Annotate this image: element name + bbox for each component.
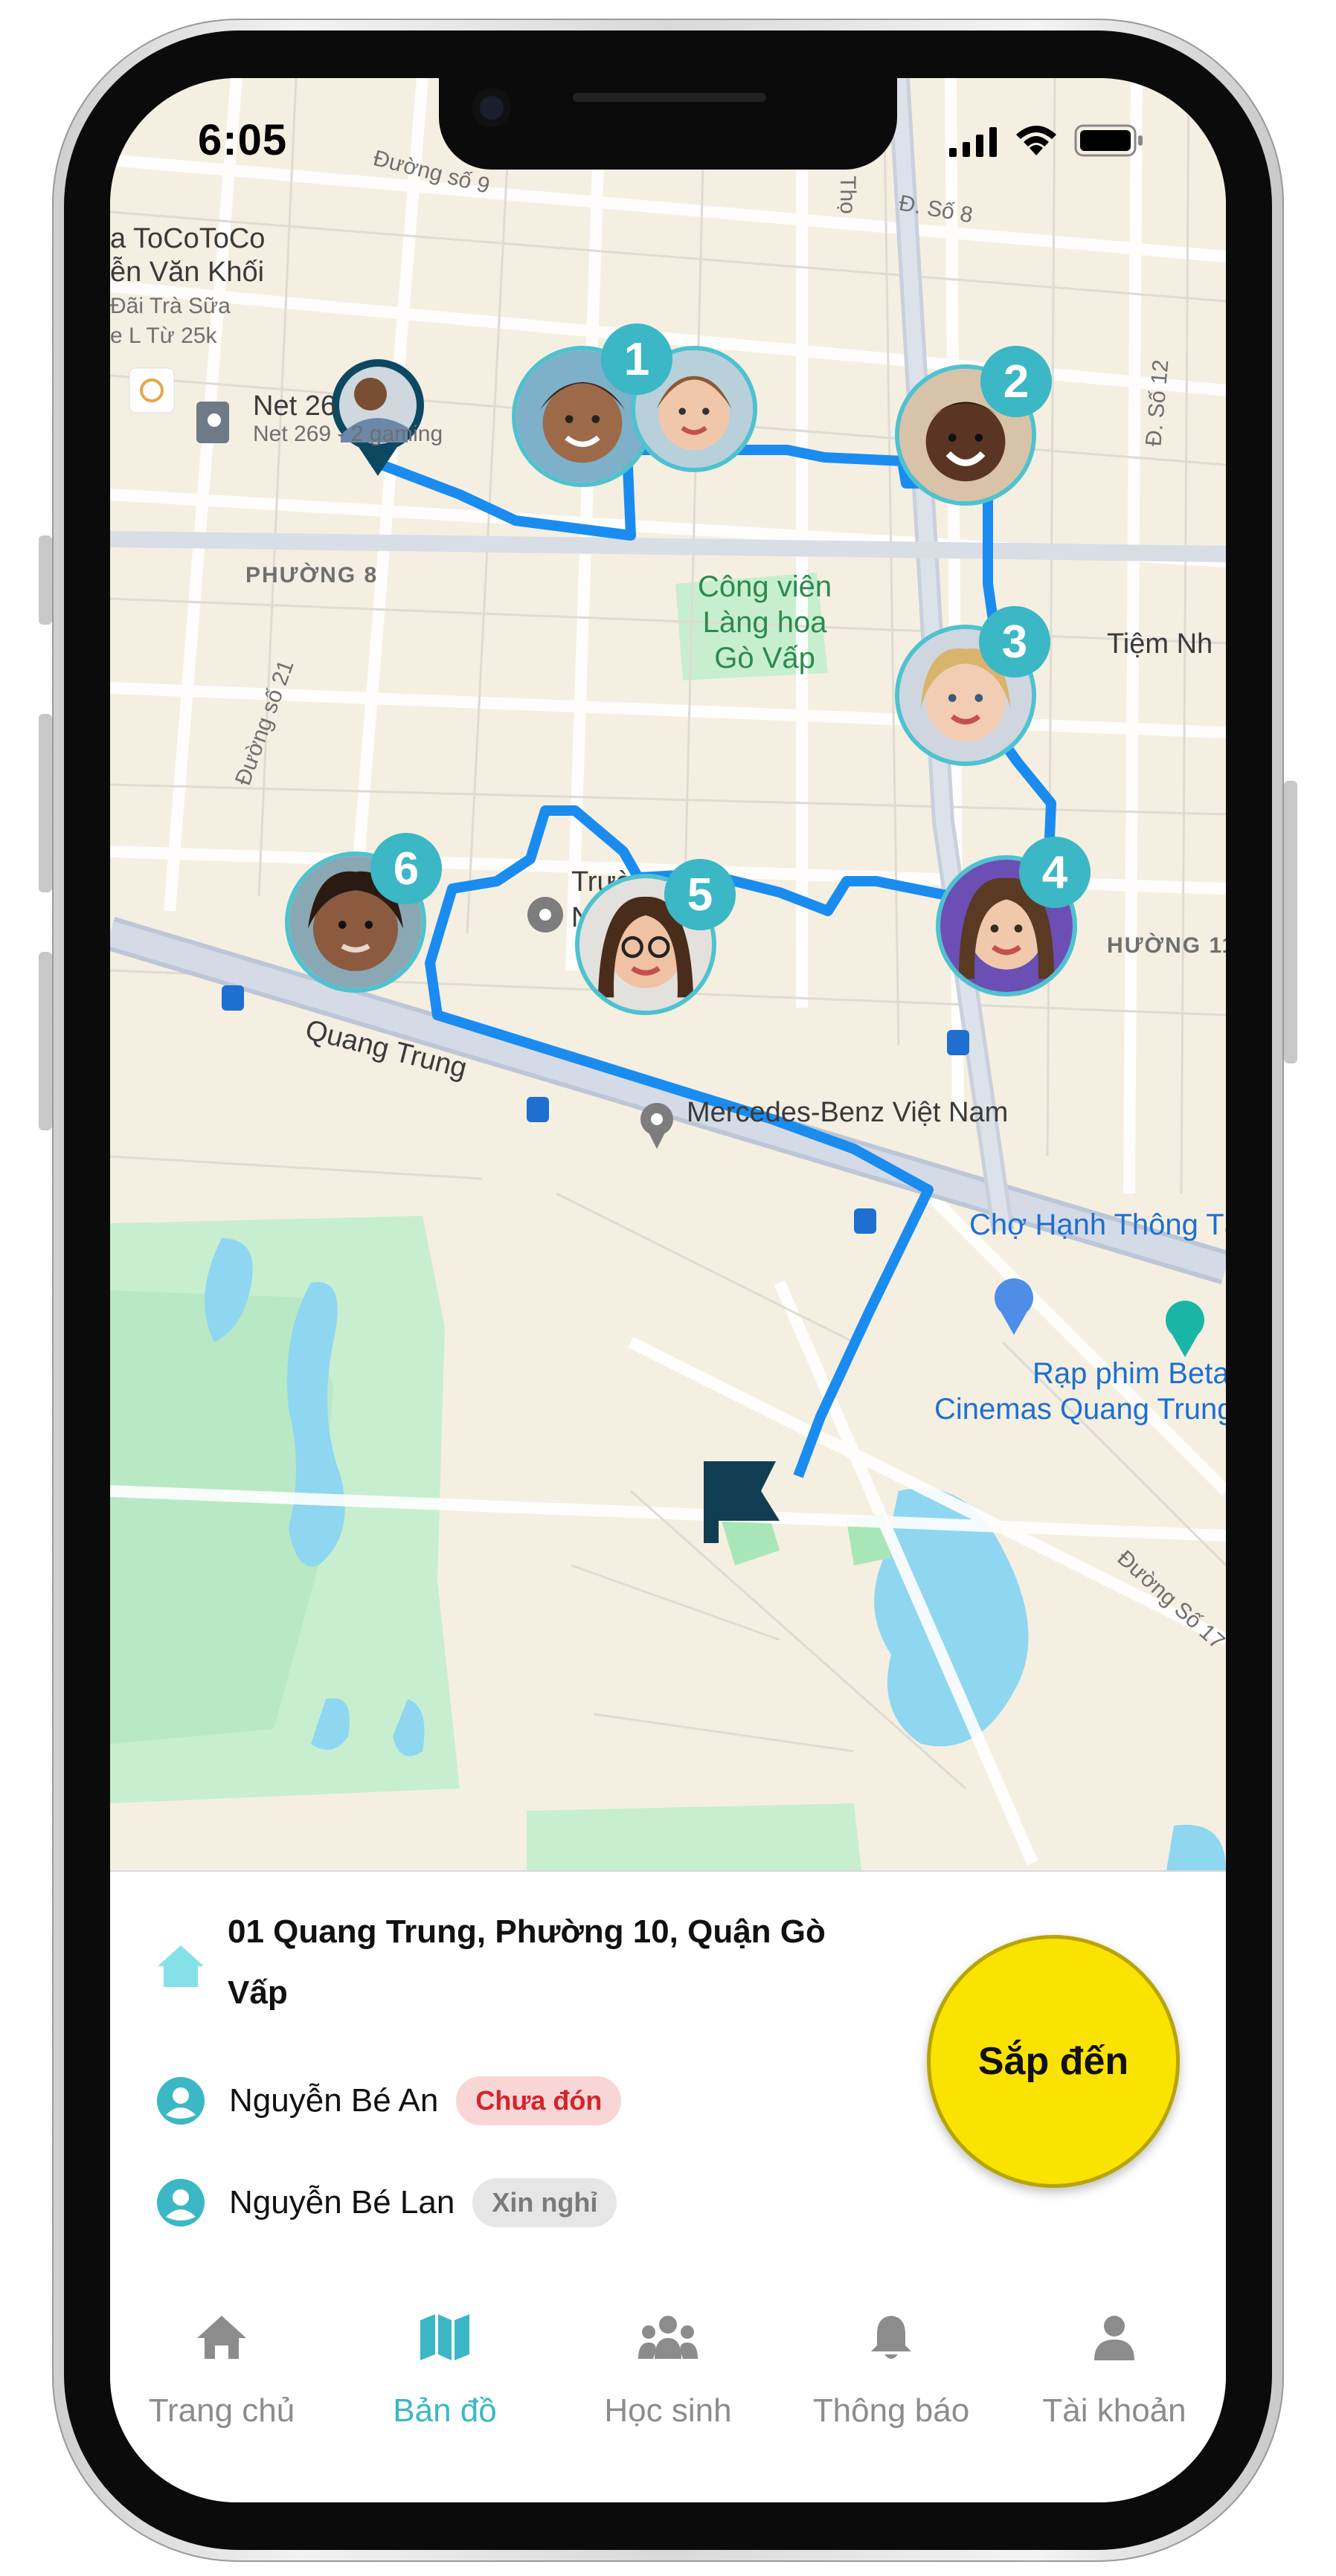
tab-label: Trang chủ: [148, 2392, 295, 2429]
battery-icon: [1074, 124, 1143, 157]
status-badge-not-picked: Chưa đón: [456, 2076, 622, 2125]
status-icons: [949, 124, 1144, 157]
stop-number-badge-2: 2: [980, 346, 1052, 417]
tab-label: Học sinh: [604, 2392, 732, 2429]
student-avatar-icon: [157, 2179, 205, 2226]
student-row-2[interactable]: Nguyễn Bé Lan Xin nghỉ: [156, 2178, 617, 2227]
home-icon: [197, 2316, 246, 2359]
tab-map[interactable]: Bản đồ: [333, 2313, 556, 2430]
map-label-tho: Thọ: [835, 176, 860, 214]
mute-switch: [39, 535, 52, 625]
student-avatar-icon: [157, 2077, 205, 2125]
map-label-net-269-gaming: Net 269 - 2 gaming: [253, 422, 443, 446]
home-icon: [158, 1945, 204, 1987]
status-badge-absent: Xin nghỉ: [472, 2178, 617, 2227]
map-label-rap-phim-2: Cinemas Quang Trung: [934, 1393, 1226, 1426]
student-row-1[interactable]: Nguyễn Bé An Chưa đón: [156, 2076, 622, 2125]
students-icon: [638, 2316, 698, 2359]
power-button: [1284, 781, 1297, 1063]
stop-number-badge-1: 1: [601, 323, 672, 395]
front-camera: [472, 88, 511, 127]
volume-down-button: [39, 952, 52, 1130]
map-label-tiem: Tiệm Nh: [1107, 628, 1213, 660]
tab-label: Tài khoản: [1042, 2392, 1186, 2429]
pond-c: [1166, 1824, 1226, 1870]
speaker: [573, 93, 766, 102]
map-label-tocotoco-3: Đãi Trà Sữa: [110, 294, 231, 318]
tab-label: Thông báo: [812, 2392, 970, 2429]
pickup-address: 01 Quang Trung, Phường 10, Quận Gò Vấp: [228, 1913, 826, 2011]
park-bottom: [527, 1803, 861, 1870]
map-label-rap-phim: Rạp phim Beta: [1032, 1357, 1226, 1390]
status-time: 6:05: [198, 116, 288, 164]
map-label-tocotoco-4: e L Từ 25k: [110, 323, 217, 348]
trip-info-panel: 01 Quang Trung, Phường 10, Quận Gò Vấp N…: [110, 1870, 1226, 2264]
stop-number-badge-5: 5: [664, 859, 736, 930]
map-label-tocotoco-2: ễn Văn Khối: [110, 257, 265, 288]
map-icon: [420, 2314, 469, 2360]
start-pin: [332, 359, 424, 476]
map-label-phuong-8: PHƯỜNG 8: [245, 563, 379, 587]
map-label-park: Công viên Làng hoa Gò Vấp: [698, 570, 832, 674]
device-notch: [439, 78, 897, 170]
account-icon: [1094, 2316, 1134, 2360]
tab-notifications[interactable]: Thông báo: [780, 2313, 1003, 2430]
stop-number-badge-6: 6: [370, 833, 442, 904]
map-view[interactable]: Đường số 9 Đ. Số 8 Thọ a ToCoToCo ễn Văn…: [110, 78, 1226, 1870]
tab-students[interactable]: Học sinh: [556, 2313, 780, 2430]
student-name: Nguyễn Bé An: [229, 2082, 439, 2119]
map-label-phuong-11: HƯỜNG 11: [1107, 933, 1226, 958]
map-label-cho-hanh-thong-tay: Chợ Hạnh Thông Tâ: [969, 1208, 1226, 1241]
bell-icon: [871, 2316, 911, 2359]
arriving-soon-button[interactable]: Sắp đến: [927, 1935, 1180, 2188]
map-label-mercedes: Mercedes-Benz Việt Nam: [687, 1097, 1009, 1128]
tab-home[interactable]: Trang chủ: [110, 2313, 333, 2430]
student-name: Nguyễn Bé Lan: [229, 2184, 455, 2221]
bottom-tab-bar: Trang chủ Bản đồ Học sinh Thông báo Tài …: [110, 2261, 1226, 2502]
map-label-net-269: Net 26: [253, 390, 336, 422]
stop-number-badge-3: 3: [979, 606, 1050, 677]
volume-up-button: [39, 714, 52, 892]
stop-number-badge-4: 4: [1019, 837, 1091, 908]
tab-account[interactable]: Tài khoản: [1003, 2313, 1226, 2430]
tab-label: Bản đồ: [393, 2392, 497, 2429]
map-label-tocotoco: a ToCoToCo: [110, 223, 266, 254]
wifi-icon: [1016, 126, 1056, 155]
screen: Đường số 9 Đ. Số 8 Thọ a ToCoToCo ễn Văn…: [110, 78, 1226, 2502]
cellular-signal-icon: [949, 127, 997, 157]
